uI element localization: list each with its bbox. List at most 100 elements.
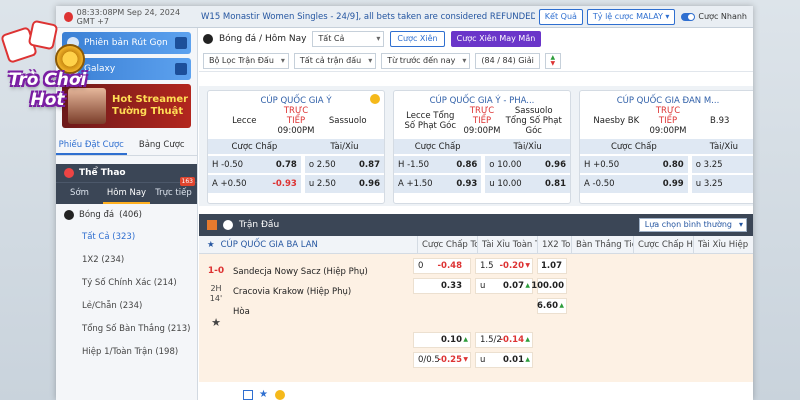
teams-column: Sandecja Nowy Sacz (Hiệp Phụ) Cracovia K… [233, 262, 413, 322]
soccer-ball-icon [64, 210, 74, 220]
new-badge-icon [175, 37, 187, 49]
ou-line: u 2.50 [304, 173, 349, 193]
odds-cell[interactable]: 1.5 -0.20 ▼ [475, 258, 533, 274]
market-item[interactable]: Tất Cả (323) [56, 226, 197, 249]
odds-value: 0.07 [503, 281, 524, 291]
odds-cell[interactable]: 0.78 [260, 154, 301, 174]
card-home-team: Lecce [232, 116, 257, 126]
market-item[interactable]: Hiệp 1/Toàn Trận (198) [56, 341, 197, 364]
card-away-team: B.93 [710, 116, 730, 126]
match-section: Trận Đấu Lựa chọn bình thường ★ CÚP QUỐC … [199, 214, 753, 400]
handicap-line: H +0.50 [580, 154, 645, 174]
quick-bet-toggle[interactable]: Cược Nhanh [681, 12, 747, 21]
odds-cell[interactable] [744, 154, 753, 174]
market-item[interactable]: Tỷ Số Chính Xác (214) [56, 272, 197, 295]
featured-card[interactable]: CÚP QUỐC GIA Ý Lecce TRỰC TIẾP 09:00PM Sa… [207, 90, 385, 204]
odds-cell[interactable] [744, 173, 753, 193]
odds-cell[interactable]: 0 -0.48 [413, 258, 471, 274]
odds-cell[interactable]: 6.60 ▲ [537, 298, 567, 314]
odds-cell[interactable]: 0.99 [644, 173, 688, 193]
card-league: CÚP QUỐC GIA ĐAN M... [580, 91, 753, 107]
tab-early[interactable]: Sớm [56, 183, 103, 204]
sort-select[interactable]: Từ trước đến nay [381, 52, 471, 69]
odds-cell[interactable]: 0.96 [348, 173, 384, 193]
tab-bet-list[interactable]: Bảng Cược [127, 134, 198, 155]
handicap-line: 0 [418, 261, 424, 271]
favorite-star-icon[interactable]: ★ [199, 316, 233, 329]
odds-up-icon: ▲ [525, 356, 530, 363]
logo-line2: Hot [30, 90, 65, 110]
market-list: Tất Cả (323) 1X2 (234) Tỷ Số Chính Xác (… [56, 226, 197, 364]
league-row[interactable]: ★ CÚP QUỐC GIA BA LAN [199, 240, 417, 250]
card-away-team: Sassuolo [328, 116, 367, 126]
odds-cell[interactable]: 0/0.5 -0.25 ▼ [413, 352, 471, 368]
market-item[interactable]: Lẻ/Chẵn (234) [56, 295, 197, 318]
odds-cell[interactable]: -0.93 [260, 173, 301, 193]
lite-label: Phiên bản Rút Gọn [84, 38, 168, 48]
odds-cell[interactable]: 0.86 [445, 154, 482, 174]
featured-card[interactable]: CÚP QUỐC GIA Ý - PHA... Lecce Tổng Số Ph… [393, 90, 571, 204]
ou-line: u [480, 355, 486, 365]
col-header: 1X2 To... [537, 235, 571, 254]
card-league: CÚP QUỐC GIA Ý [208, 91, 384, 107]
sort-toggle-icon[interactable]: ▲ ▼ [544, 52, 561, 69]
home-team: Sandecja Nowy Sacz (Hiệp Phụ) [233, 267, 368, 277]
star-icon[interactable]: ★ [207, 240, 215, 250]
toggle-switch-icon [681, 12, 696, 21]
market-select[interactable]: Tất Cả [312, 31, 385, 47]
league-filter-select[interactable]: Bộ Lọc Trận Đấu [203, 52, 289, 69]
odds-cell[interactable]: u 0.07 ▲ [475, 278, 533, 294]
odds-cell[interactable]: 0.33 [413, 278, 471, 294]
market-item[interactable]: Tổng Số Bàn Thắng (213) [56, 318, 197, 341]
odds-cell[interactable]: u 0.01 ▲ [475, 352, 533, 368]
section-header: Trận Đấu Lựa chọn bình thường [199, 214, 753, 236]
odds-cell[interactable]: 0.80 [644, 154, 688, 174]
odds-cell[interactable]: 0.87 [348, 154, 384, 174]
odds-cell[interactable]: 1.5/2 -0.14 ▲ [475, 332, 533, 348]
ticker-text: W15 Monastir Women Singles - 24/9], all … [201, 11, 535, 22]
match-row: 1-0 2H 14' ★ Sandecja Nowy Sacz (Hiệp Phụ… [199, 254, 753, 382]
odds-format-select[interactable]: Tỷ lệ cược MALAY ▾ [586, 8, 676, 25]
odds-cell[interactable]: 100.00 [531, 278, 567, 294]
odds-up-icon: ▲ [525, 336, 530, 343]
tab-live[interactable]: Trực tiếp 163 [150, 177, 197, 204]
parlay-button[interactable]: Cược Xiên [390, 31, 445, 47]
view-mode-select[interactable]: Lựa chọn bình thường [638, 218, 747, 232]
odds-cell[interactable]: 0.96 [534, 154, 570, 174]
stats-icon[interactable] [243, 390, 253, 400]
odds-cell[interactable]: 0.81 [534, 173, 570, 193]
odds-cell[interactable]: 0.93 [445, 173, 482, 193]
live-label: TRỰC TIẾP [469, 106, 495, 126]
odds-cell[interactable]: 1.07 [537, 258, 567, 274]
handicap-line: H -1.50 [394, 154, 446, 174]
tab-bet-slip[interactable]: Phiếu Đặt Cược [56, 134, 127, 155]
col-header: Tài Xỉu Toàn Trận [477, 235, 537, 254]
market-item[interactable]: 1X2 (234) [56, 249, 197, 272]
column-headers: ★ CÚP QUỐC GIA BA LAN Cược Chấp Toà... Tà… [199, 235, 753, 254]
match-filter-select[interactable]: Tất cả trận đấu [293, 52, 377, 69]
col-header: Cược Chấp Hiệ... [633, 235, 693, 254]
odds-up-icon: ▲ [463, 336, 468, 343]
news-ticker[interactable]: W15 Monastir Women Singles - 24/9], all … [196, 12, 535, 22]
odds-value: -0.14 [499, 335, 525, 345]
match-period: 2H [210, 284, 222, 293]
odds-value: 6.60 [537, 301, 558, 311]
handicap-header: Cược Chấp [208, 139, 301, 155]
collapse-icon[interactable] [207, 220, 217, 230]
sport-football[interactable]: Bóng đá (406) [56, 204, 197, 226]
promo-coin-icon[interactable] [275, 390, 285, 400]
handicap-line: H -0.50 [208, 154, 261, 174]
odds-cell[interactable]: 0.10 ▲ [413, 332, 471, 348]
over-under-header: Tài/Xỉu [304, 139, 384, 155]
card-league: CÚP QUỐC GIA Ý - PHA... [394, 91, 570, 107]
tab-today[interactable]: Hôm Nay [103, 183, 150, 204]
results-button[interactable]: Kết Quả [538, 8, 583, 25]
ou-line: u [480, 281, 486, 291]
col-header: Cược Chấp Toà... [417, 235, 477, 254]
featured-matches: CÚP QUỐC GIA Ý Lecce TRỰC TIẾP 09:00PM Sa… [199, 86, 753, 206]
favorite-star-icon[interactable]: ★ [259, 390, 269, 400]
time-tabs: Sớm Hôm Nay Trực tiếp 163 [56, 177, 197, 204]
lucky-parlay-button[interactable]: Cược Xiên May Mắn [450, 31, 542, 47]
featured-card[interactable]: CÚP QUỐC GIA ĐAN M... Naesby BK TRỰC TIẾ… [579, 90, 753, 204]
soccer-ball-icon [223, 220, 233, 230]
